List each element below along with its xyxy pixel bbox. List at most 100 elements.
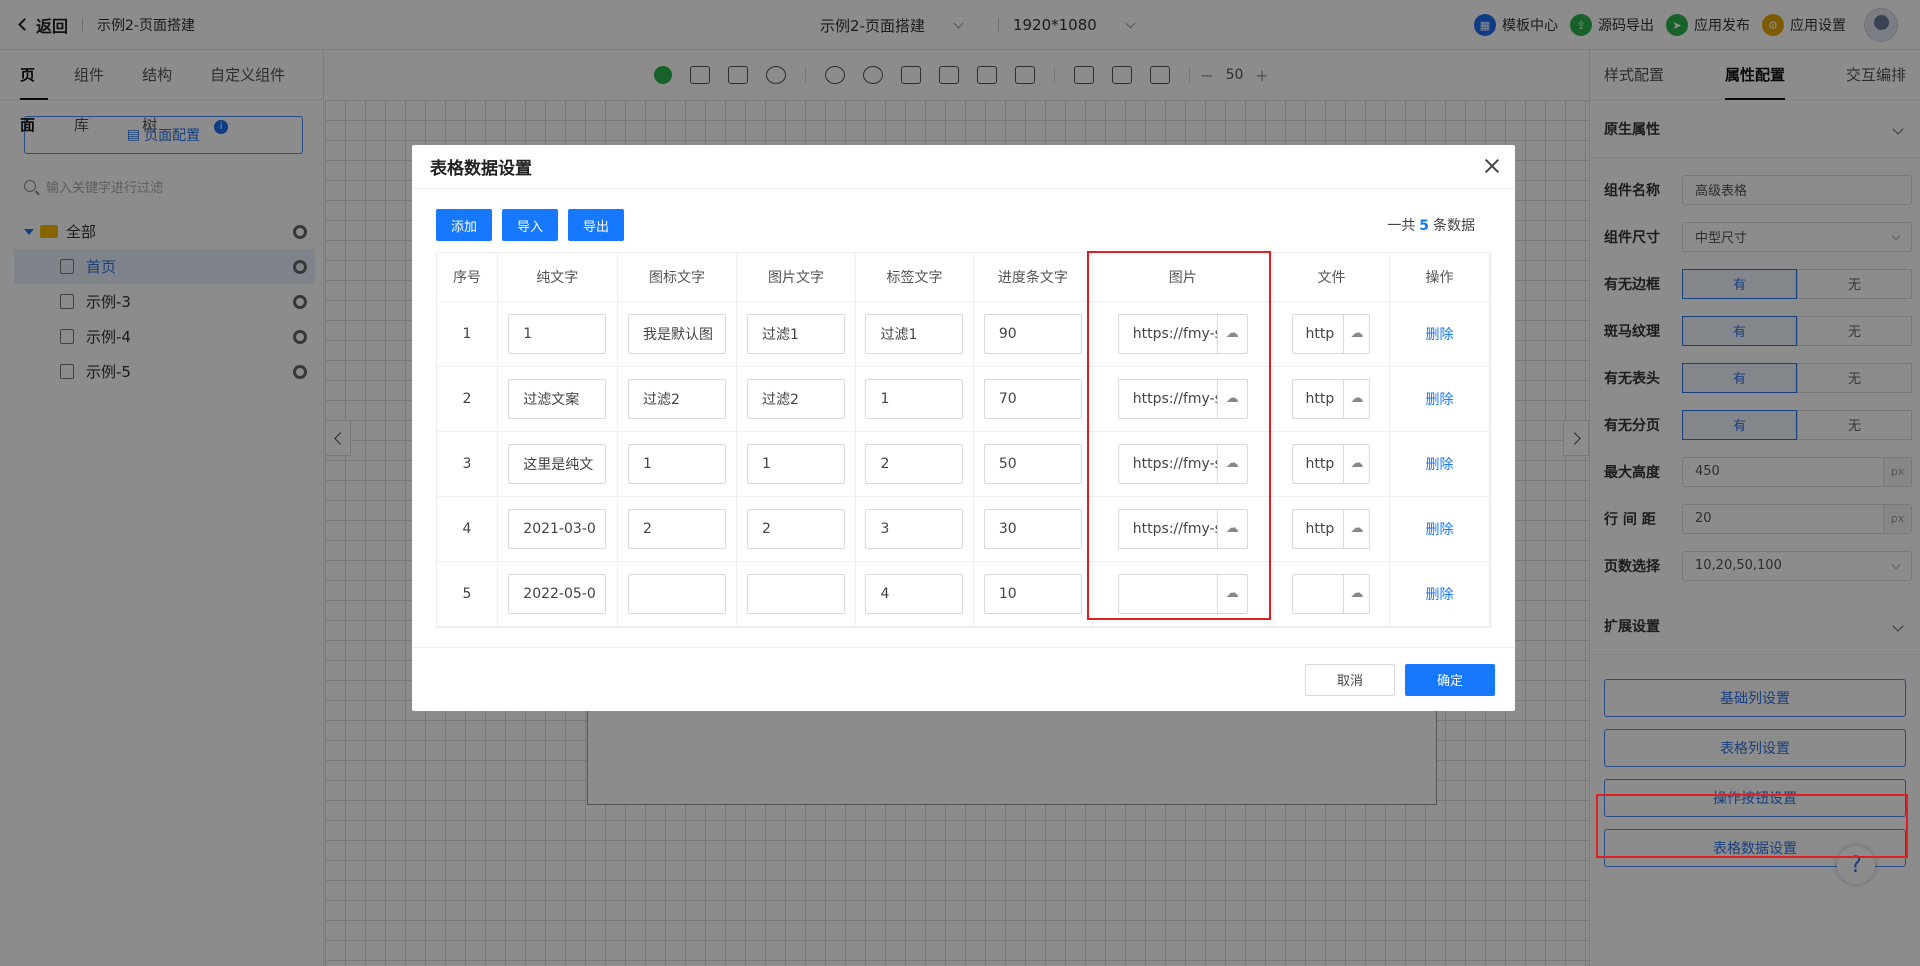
file-upload-field[interactable]: http ☁ (1292, 443, 1371, 484)
cell-input[interactable]: 过滤2 (747, 378, 846, 419)
cell-input[interactable]: 1 (747, 443, 846, 484)
delete-link[interactable]: 删除 (1425, 327, 1453, 343)
cell-input[interactable]: 50 (983, 443, 1082, 484)
table-row: 2 过滤文案 过滤2 过滤2 1 70 https://fmy-s ☁ http ☁ 删除 (437, 366, 1491, 432)
total-suffix: 条数据 (1433, 218, 1475, 234)
cell: 删除 (1389, 561, 1491, 627)
cell: 30 (973, 496, 1093, 562)
column-header: 图片文字 (736, 253, 856, 302)
data-table: 序号 纯文字 图标文字 图片文字 标签文字 进度条文字 图片 文件 操作 1 1 我是默认图 过滤1 过… (436, 252, 1491, 628)
cell-input[interactable]: 1 (508, 313, 607, 354)
cell-input[interactable]: 过滤1 (865, 313, 964, 354)
delete-link[interactable]: 删除 (1425, 587, 1453, 603)
cell: 过滤2 (617, 366, 738, 432)
cell: 1 (617, 431, 738, 497)
cell: 50 (973, 431, 1093, 497)
total-prefix: 一共 (1387, 218, 1416, 234)
cloud-upload-icon[interactable]: ☁ (1343, 509, 1369, 548)
cell-input[interactable] (747, 573, 846, 614)
column-header: 图标文字 (617, 253, 738, 302)
cell (617, 561, 738, 627)
column-header: 序号 (437, 253, 498, 302)
cell-input[interactable]: 2021-03-0 (508, 508, 607, 549)
cell: 4 (855, 561, 975, 627)
cell-input[interactable]: 2 (747, 508, 846, 549)
delete-link[interactable]: 删除 (1425, 392, 1453, 408)
cell-input[interactable] (627, 573, 726, 614)
cloud-upload-icon[interactable]: ☁ (1343, 574, 1369, 613)
cell: http ☁ (1273, 496, 1390, 562)
cell-input[interactable]: 过滤文案 (508, 378, 607, 419)
delete-link[interactable]: 删除 (1425, 522, 1453, 538)
cell: 2021-03-0 (497, 496, 618, 562)
export-button[interactable]: 导出 (568, 209, 624, 241)
cloud-upload-icon[interactable]: ☁ (1343, 314, 1369, 353)
highlight-image-column (1087, 251, 1271, 620)
file-url-value: http (1305, 325, 1335, 342)
cloud-upload-icon[interactable]: ☁ (1343, 379, 1369, 418)
close-icon[interactable] (1483, 157, 1501, 175)
cell-input[interactable]: 3 (865, 508, 964, 549)
column-header: 进度条文字 (973, 253, 1093, 302)
cell-input[interactable]: 这里是纯文 (508, 443, 607, 484)
file-url-value: http (1305, 520, 1335, 537)
cell: 2 (617, 496, 738, 562)
row-number: 3 (437, 431, 498, 497)
cell-input[interactable]: 30 (983, 508, 1082, 549)
cell-input[interactable]: 2 (627, 508, 726, 549)
file-upload-field[interactable]: http ☁ (1292, 378, 1371, 419)
file-upload-field[interactable]: ☁ (1292, 573, 1371, 614)
row-number: 4 (437, 496, 498, 562)
cell-input[interactable]: 过滤1 (747, 313, 846, 354)
column-header: 操作 (1389, 253, 1491, 302)
cell: 这里是纯文 (497, 431, 618, 497)
import-button[interactable]: 导入 (502, 209, 558, 241)
table-row: 1 1 我是默认图 过滤1 过滤1 90 https://fmy-s ☁ http ☁ 删除 (437, 301, 1491, 367)
cell: 2 (855, 431, 975, 497)
cell: 90 (973, 301, 1093, 367)
cell: 删除 (1389, 431, 1491, 497)
cell-input[interactable]: 我是默认图 (627, 313, 726, 354)
column-header: 纯文字 (497, 253, 618, 302)
file-url-value (1293, 575, 1343, 613)
cell-input[interactable]: 2022-05-0 (508, 573, 607, 614)
cell-input[interactable]: 过滤2 (627, 378, 726, 419)
column-header: 文件 (1273, 253, 1390, 302)
cell-input[interactable]: 1 (627, 443, 726, 484)
add-button[interactable]: 添加 (436, 209, 492, 241)
cloud-upload-icon[interactable]: ☁ (1343, 444, 1369, 483)
cell-input[interactable]: 10 (983, 573, 1082, 614)
row-number: 5 (437, 561, 498, 627)
column-header: 标签文字 (855, 253, 975, 302)
file-url-value: http (1305, 390, 1335, 407)
cell: http ☁ (1273, 431, 1390, 497)
dialog-header: 表格数据设置 (412, 145, 1515, 189)
cell (736, 561, 856, 627)
cell-input[interactable]: 70 (983, 378, 1082, 419)
table-header-row: 序号 纯文字 图标文字 图片文字 标签文字 进度条文字 图片 文件 操作 (437, 253, 1491, 302)
table-data-dialog: 表格数据设置 添加 导入 导出 一共 5 条数据 序号 纯文字 图标文字 图片文字 标签文字… (412, 145, 1515, 711)
cell: 2 (736, 496, 856, 562)
delete-link[interactable]: 删除 (1425, 457, 1453, 473)
cell-input[interactable]: 90 (983, 313, 1082, 354)
file-upload-field[interactable]: http ☁ (1292, 313, 1371, 354)
cell: 2022-05-0 (497, 561, 618, 627)
cell: http ☁ (1273, 301, 1390, 367)
file-upload-field[interactable]: http ☁ (1292, 508, 1371, 549)
cell: 3 (855, 496, 975, 562)
cell: 过滤2 (736, 366, 856, 432)
total-count: 一共 5 条数据 (1387, 215, 1475, 235)
cell: 过滤1 (736, 301, 856, 367)
file-url-value: http (1305, 455, 1335, 472)
cell-input[interactable]: 4 (865, 573, 964, 614)
confirm-button[interactable]: 确定 (1405, 663, 1495, 696)
table-row: 5 2022-05-0 4 10 ☁ ☁ 删除 (437, 561, 1491, 627)
cell: 删除 (1389, 366, 1491, 432)
table-row: 3 这里是纯文 1 1 2 50 https://fmy-s ☁ http ☁ 删除 (437, 431, 1491, 497)
cell-input[interactable]: 2 (865, 443, 964, 484)
cell: 过滤1 (855, 301, 975, 367)
row-number: 1 (437, 301, 498, 367)
cancel-button[interactable]: 取消 (1305, 663, 1395, 696)
cell-input[interactable]: 1 (865, 378, 964, 419)
cell: ☁ (1273, 561, 1390, 627)
